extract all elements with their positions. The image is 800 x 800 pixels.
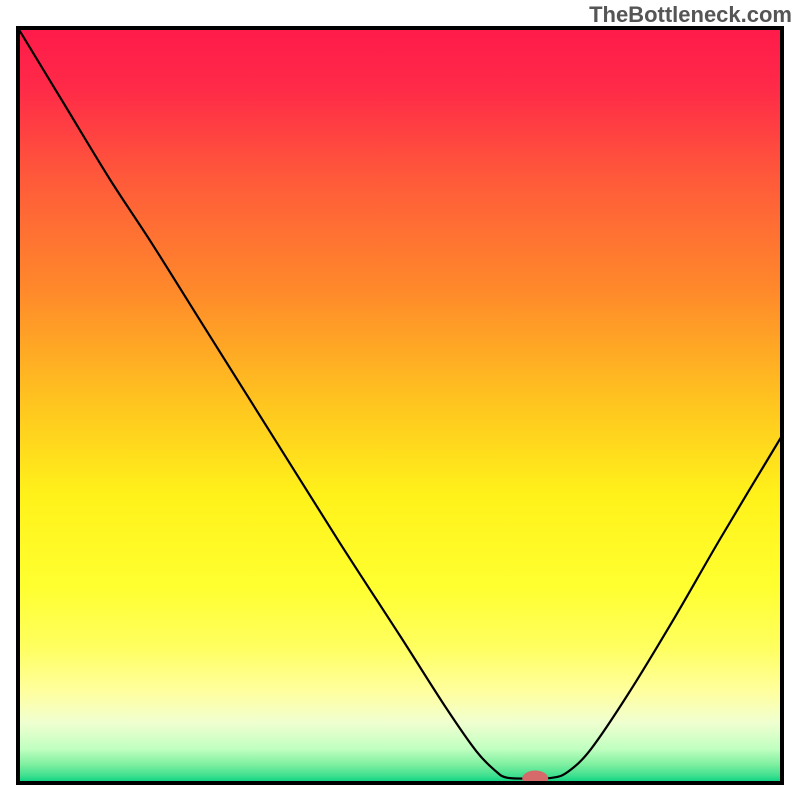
chart-svg: [0, 0, 800, 800]
gradient-background: [18, 28, 782, 783]
watermark-text: TheBottleneck.com: [589, 2, 792, 28]
chart-container: TheBottleneck.com: [0, 0, 800, 800]
